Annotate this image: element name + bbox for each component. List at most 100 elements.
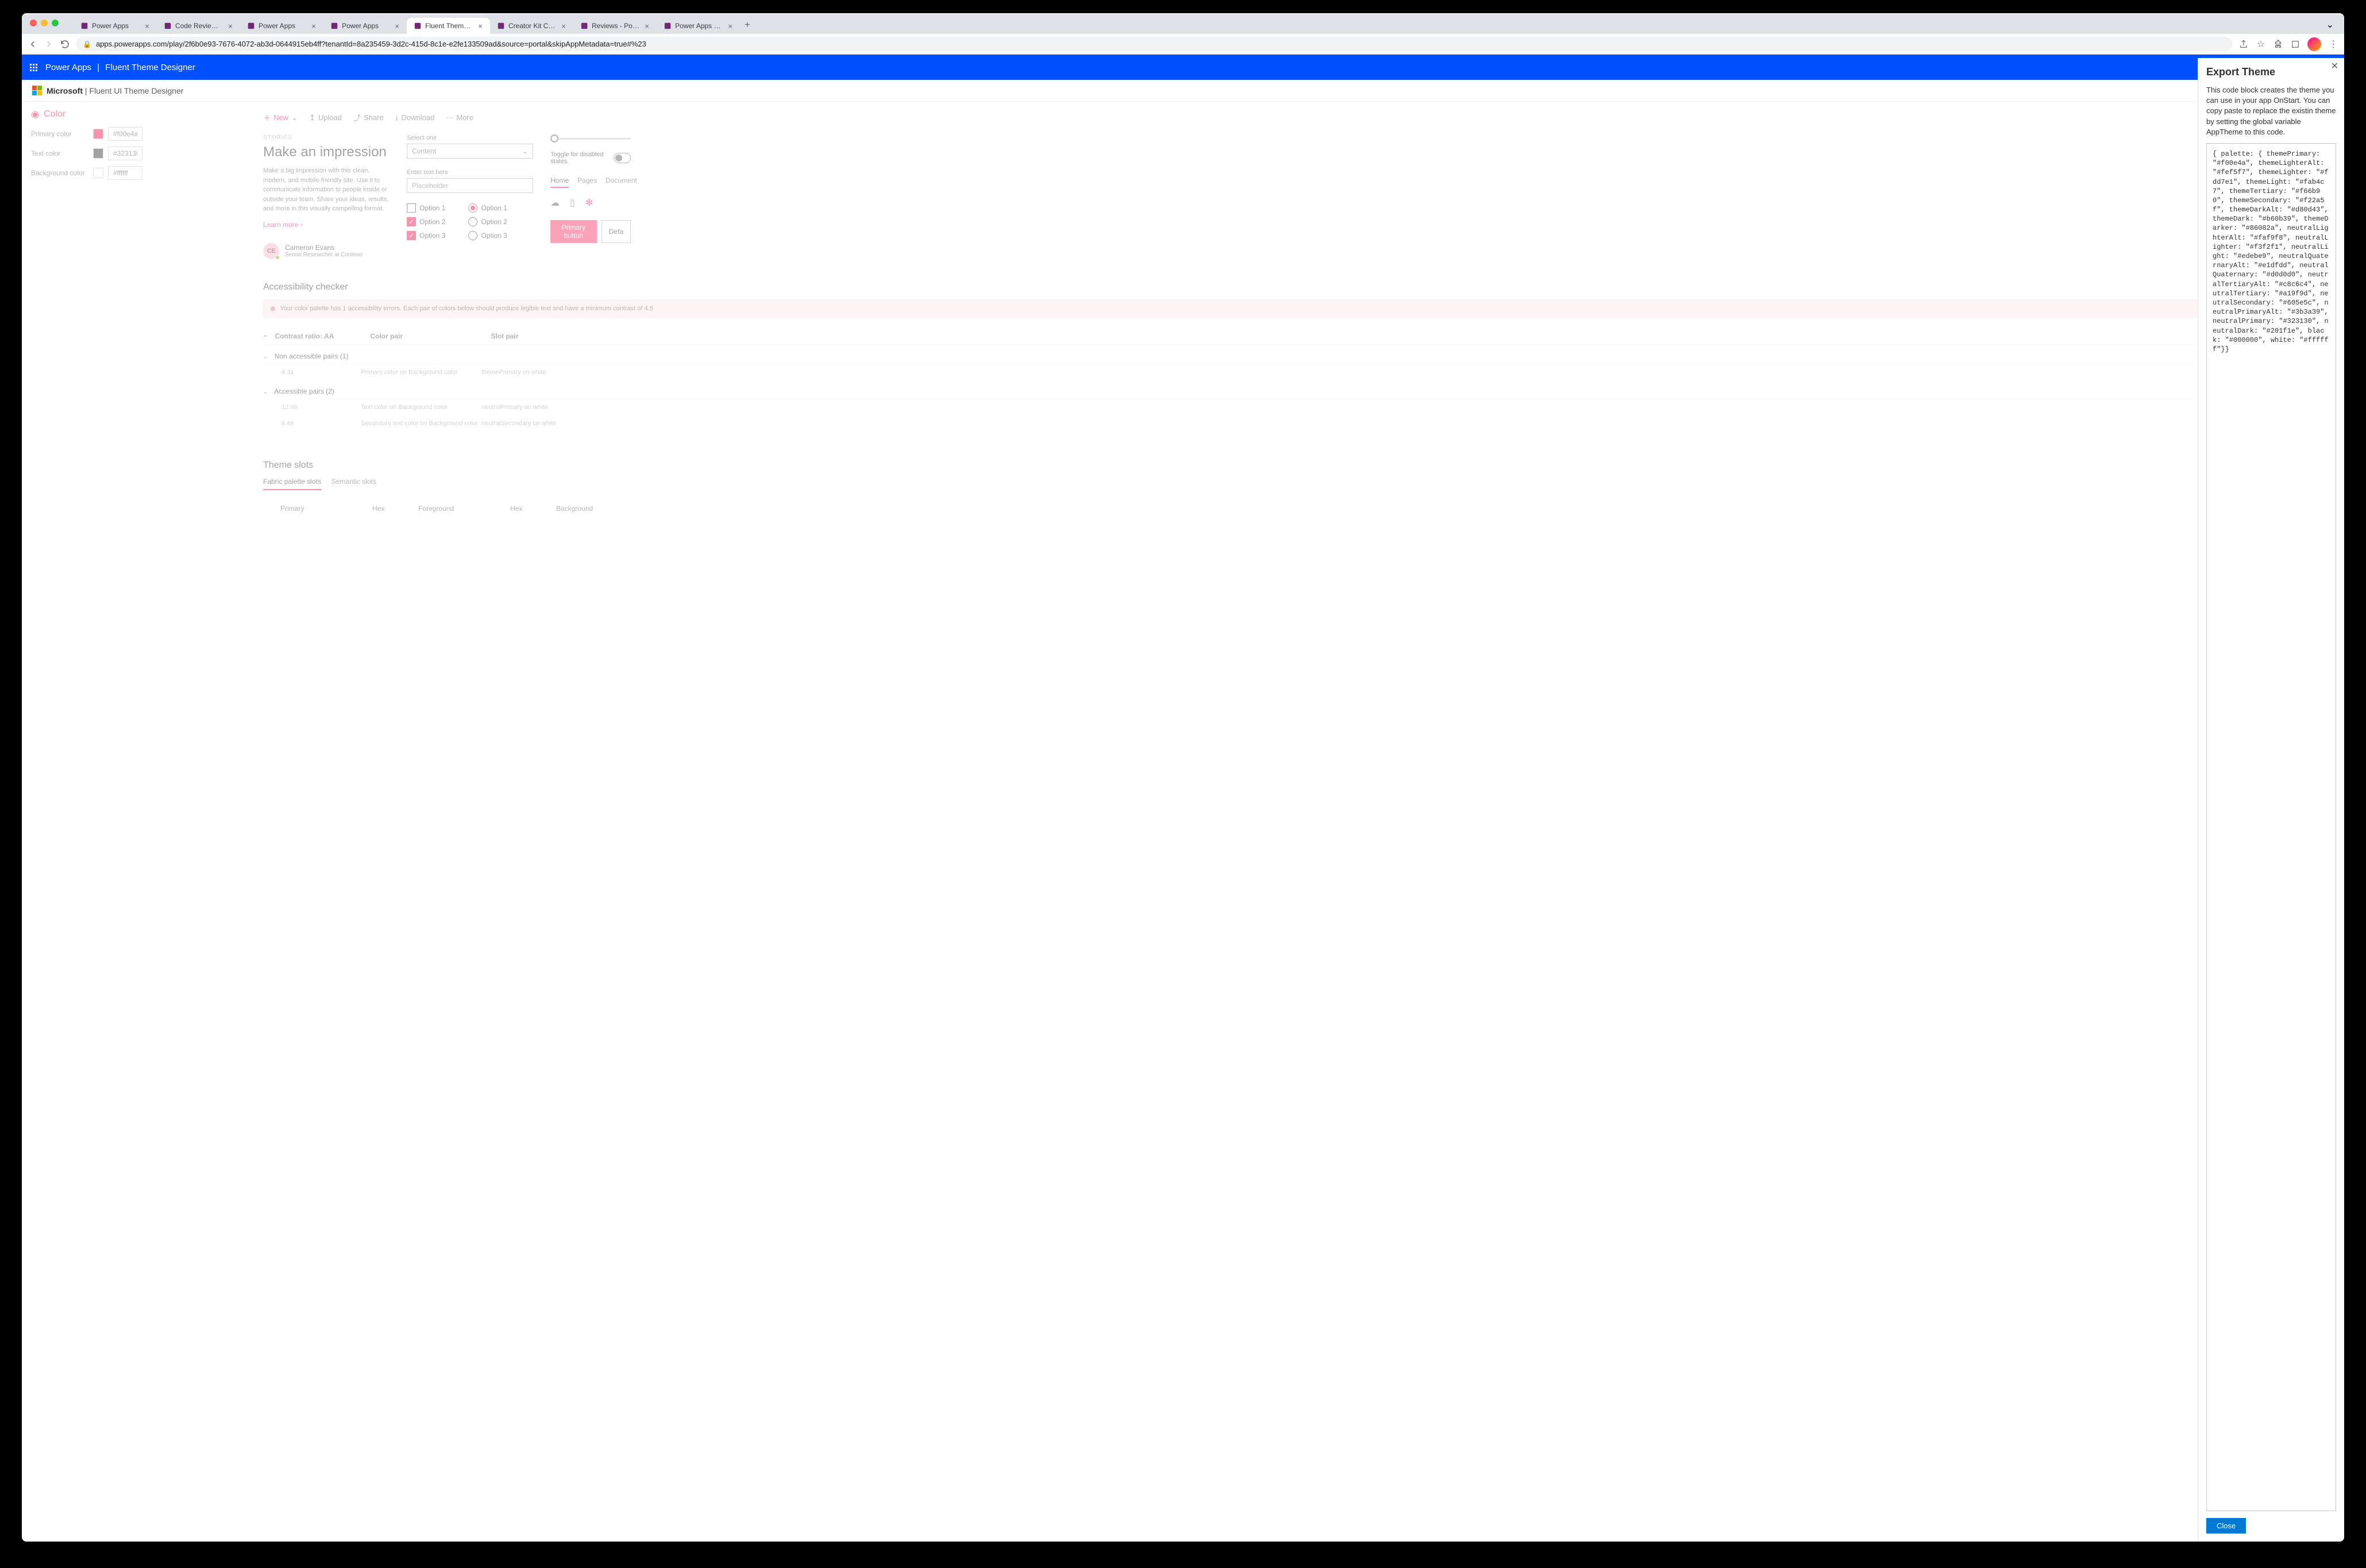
ext-square-icon[interactable] [2290, 39, 2301, 49]
radio[interactable] [468, 217, 477, 226]
new-button[interactable]: ＋ New ⌄ [263, 112, 298, 123]
disabled-toggle[interactable] [614, 153, 631, 163]
slider[interactable] [550, 138, 631, 140]
checkbox[interactable] [407, 203, 416, 213]
app-title: Power Apps | Fluent Theme Designer [45, 63, 195, 72]
browser-tab[interactable]: Power Apps× [323, 18, 407, 34]
upload-button[interactable]: ↥ Upload [309, 113, 342, 122]
slider-thumb[interactable] [550, 134, 558, 142]
browser-tab[interactable]: Power Apps× [240, 18, 323, 34]
download-button[interactable]: ⤓ Download [395, 113, 435, 122]
chevron-down-icon[interactable]: ⌄ [263, 332, 268, 340]
tab-close-icon[interactable]: × [560, 22, 568, 30]
browser-tab[interactable]: Fluent Theme Designer - P× [407, 18, 490, 34]
tab-favicon [664, 22, 672, 30]
more-button[interactable]: ⋯ More [446, 113, 473, 122]
tab-close-icon[interactable]: × [310, 22, 318, 30]
browser-profile-avatar[interactable] [2307, 37, 2321, 51]
extensions-icon[interactable] [2273, 39, 2283, 49]
preview-canvas: ＋ New ⌄ ↥ Upload ⤴ Share ⤓ Download ⋯ Mo… [160, 102, 2344, 1542]
url-bar[interactable]: 🔒 apps.powerapps.com/play/2f6b0e93-7676-… [76, 37, 2233, 51]
tab-favicon [247, 22, 255, 30]
window-minimize-dot[interactable] [41, 20, 48, 26]
semantic-tab[interactable]: Semantic slots [332, 477, 376, 490]
color-swatch[interactable] [93, 168, 103, 178]
primary-button[interactable]: Primary button [550, 220, 597, 243]
waffle-icon[interactable] [30, 64, 37, 71]
back-icon[interactable] [28, 39, 38, 49]
checkbox[interactable]: ✓ [407, 217, 416, 226]
close-button[interactable]: Close [2206, 1518, 2246, 1534]
default-button[interactable]: Defa [602, 220, 631, 243]
a11y-heading: Accessibility checker [263, 282, 2338, 292]
browser-tab[interactable]: Power Apps Review Tool -× [657, 18, 740, 34]
cloud-icon: ☁ [550, 197, 560, 209]
color-value-input[interactable] [108, 127, 142, 141]
tab-title: Code Review Tool Experim [175, 22, 223, 30]
browser-tab[interactable]: Reviews - Power Apps× [573, 18, 657, 34]
persona-role: Senior Researcher at Contoso [285, 252, 363, 258]
non-accessible-group[interactable]: ⌄ Non accessible pairs (1) [263, 345, 2338, 364]
color-row: Background color [31, 166, 151, 180]
color-swatch[interactable] [93, 129, 103, 139]
persona-coin: CE [263, 243, 279, 259]
tab-close-icon[interactable]: × [393, 22, 401, 30]
tab-title: Fluent Theme Designer - P [425, 22, 473, 30]
tab-close-icon[interactable]: × [226, 22, 234, 30]
option-label: Option 3 [419, 232, 445, 240]
fabric-tab[interactable]: Fabric palette slots [263, 477, 321, 490]
preview-body: Make a big impression with this clean, m… [263, 166, 390, 214]
browser-tab[interactable]: Power Apps× [74, 18, 157, 34]
radio-option[interactable]: Option 3 [468, 231, 507, 240]
browser-tab[interactable]: Code Review Tool Experim× [157, 18, 240, 34]
tab-close-icon[interactable]: × [143, 22, 151, 30]
theme-slots-heading: Theme slots [263, 460, 2338, 471]
checkbox[interactable]: ✓ [407, 231, 416, 240]
checkbox-option[interactable]: ✓Option 3 [407, 231, 445, 240]
sparkle-icon: ✻ [585, 197, 593, 209]
new-tab-button[interactable]: + [740, 17, 754, 34]
reload-icon[interactable] [60, 39, 70, 49]
color-row: Text color [31, 147, 151, 160]
tab-close-icon[interactable]: × [476, 22, 484, 30]
phone-icon: ▯ [570, 197, 575, 209]
designer-header: Microsoft | Fluent UI Theme Designer [22, 80, 2344, 102]
share-icon[interactable] [2238, 39, 2249, 49]
forward-icon[interactable] [44, 39, 54, 49]
share-button[interactable]: ⤴ Share [353, 112, 384, 123]
checkbox-option[interactable]: Option 1 [407, 203, 445, 213]
checkbox-option[interactable]: ✓Option 2 [407, 217, 445, 226]
color-value-input[interactable] [108, 166, 142, 180]
tab-close-icon[interactable]: × [726, 22, 734, 30]
placeholder-input[interactable] [407, 178, 533, 193]
lock-icon: 🔒 [83, 40, 91, 48]
tab-overflow-icon[interactable]: ⌄ [2321, 16, 2340, 34]
close-icon[interactable]: ✕ [2331, 60, 2338, 72]
color-label: Text color [31, 149, 88, 157]
pivot-pages[interactable]: Pages [577, 176, 597, 188]
radio-option[interactable]: Option 2 [468, 217, 507, 226]
browser-tab-strip: Power Apps×Code Review Tool Experim×Powe… [22, 14, 2344, 34]
pivot-home[interactable]: Home [550, 176, 569, 188]
pivot-document[interactable]: Document [606, 176, 637, 188]
color-label: Primary color [31, 130, 88, 138]
tab-close-icon[interactable]: × [643, 22, 651, 30]
content-dropdown[interactable]: Content⌄ [407, 144, 533, 159]
star-icon[interactable]: ☆ [2256, 39, 2266, 49]
radio[interactable] [468, 231, 477, 240]
radio-option[interactable]: Option 1 [468, 203, 507, 213]
window-close-dot[interactable] [30, 20, 37, 26]
section-label: STORIES [263, 134, 390, 141]
learn-more-link[interactable]: Learn more › [263, 221, 390, 229]
tab-title: Power Apps [342, 22, 390, 30]
persona-name: Cameron Evans [285, 244, 363, 252]
color-value-input[interactable] [108, 147, 142, 160]
window-maximize-dot[interactable] [52, 20, 59, 26]
slot-tabs: Fabric palette slots Semantic slots [263, 477, 2338, 490]
browser-tab[interactable]: Creator Kit Control Referen× [490, 18, 573, 34]
color-swatch[interactable] [93, 148, 103, 159]
kebab-icon[interactable]: ⋮ [2328, 39, 2338, 49]
theme-code-block[interactable]: { palette: { themePrimary: "#f00e4a", th… [2206, 143, 2336, 1511]
accessible-group[interactable]: ⌄ Accessible pairs (2) [263, 380, 2338, 399]
radio[interactable] [468, 203, 477, 213]
